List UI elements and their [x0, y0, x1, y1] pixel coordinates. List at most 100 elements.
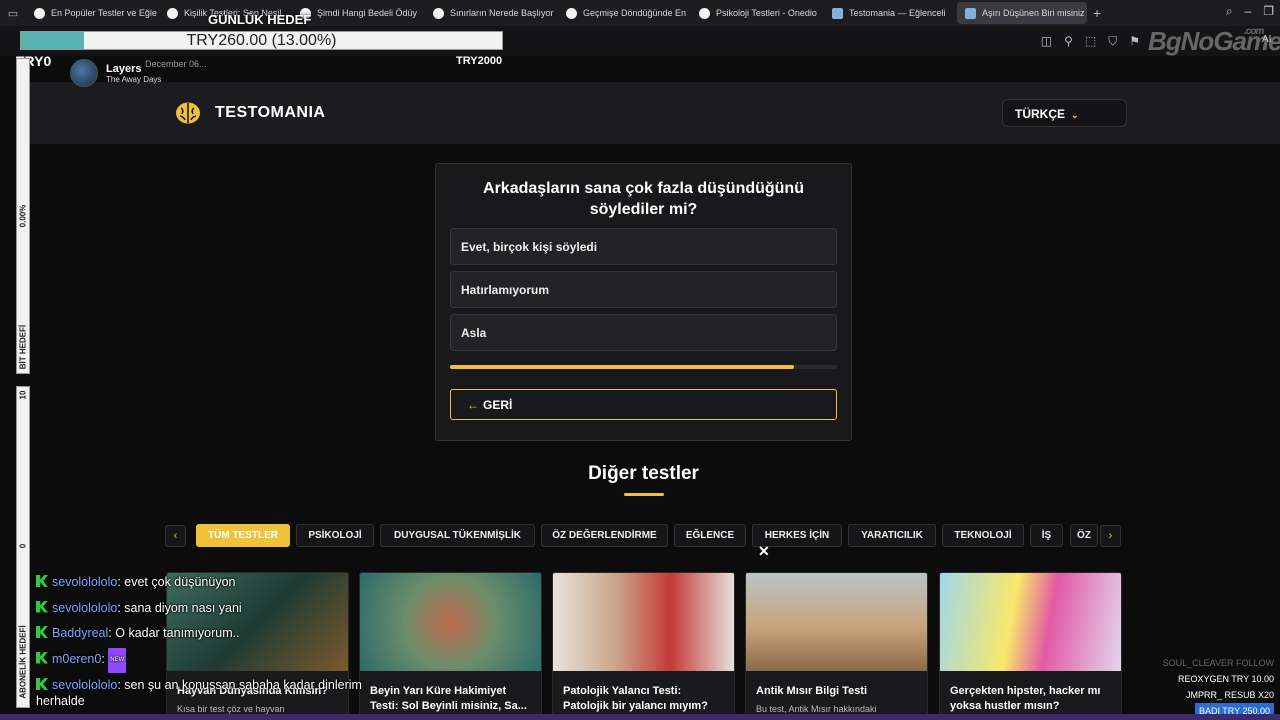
screenshot-icon[interactable]: ⬚ — [1085, 34, 1096, 49]
answer-option[interactable]: Evet, birçok kişi söyledi — [450, 228, 837, 265]
browser-tab-bar: ▭ En Popüler Testler ve Eğle Kişilik Tes… — [0, 0, 1280, 26]
chat-username: sevololololo — [52, 600, 118, 615]
song-title: Layers — [106, 62, 142, 75]
category-tab[interactable]: İŞ — [1030, 524, 1063, 547]
pin-icon[interactable]: ⚲ — [1064, 34, 1073, 49]
kick-logo-icon — [36, 651, 48, 664]
event-item: REOXYGEN TRY 10.00 — [1177, 674, 1274, 684]
tab-label: En Popüler Testler ve Eğle — [51, 8, 157, 18]
category-tab[interactable]: DUYGUSAL TÜKENMİŞLİK — [380, 524, 535, 547]
quiz-progress-fill — [450, 365, 795, 369]
search-tabs-icon[interactable]: ⌕ — [1226, 4, 1233, 19]
back-button[interactable]: ← GERİ — [450, 389, 837, 420]
chat-text: O kadar tanımıyorum.. — [115, 626, 240, 640]
restore-icon[interactable]: ❐ — [1263, 4, 1274, 19]
category-tab[interactable]: PSİKOLOJİ — [296, 524, 374, 547]
chat-text: sana diyom nası yani — [124, 600, 242, 615]
chat-text: evet çok düşünüyon — [124, 575, 236, 589]
test-card-image — [746, 573, 927, 671]
chat-username: Baddyreal — [52, 626, 109, 640]
tab-label: Psikoloji Testleri - Onedio — [716, 8, 817, 18]
test-card[interactable]: Antik Mısır Bilgi Testi Bu test, Antik M… — [745, 572, 928, 720]
chevron-down-icon: ⌄ — [1071, 110, 1079, 120]
tab-label: Şimdi Hangi Bedeli Ödüy — [317, 8, 418, 18]
chat-message: Baddyreal: O kadar tanımıyorum.. — [36, 621, 396, 647]
answer-option[interactable]: Asla — [450, 314, 837, 351]
test-card-desc: Bu test, Antik Mısır hakkındaki — [756, 704, 877, 714]
daily-goal-title: GÜNLÜK HEDEF — [208, 12, 312, 27]
daily-goal-max: TRY2000 — [456, 55, 503, 67]
sub-goal-max: 10 — [18, 390, 28, 400]
event-item: JMPRR_ RESUB X20 — [1185, 690, 1274, 700]
chat-message: m0eren0: NEW — [36, 647, 396, 673]
test-card-title: Patolojik Yalancı Testi: Patolojik bir y… — [563, 685, 708, 712]
watermark-suffix: .com — [1244, 26, 1264, 37]
screen: ▭ En Popüler Testler ve Eğle Kişilik Tes… — [0, 0, 1280, 720]
song-artist: The Away Days — [106, 74, 162, 84]
test-card-image — [553, 573, 734, 671]
bit-goal-label: BİT HEDEFİ — [18, 324, 28, 370]
other-tests-heading: Diğer testler — [588, 463, 699, 484]
flag-icon[interactable]: ⚑ — [1129, 34, 1140, 49]
browser-tab[interactable]: Geçmişe Döndüğünde En — [558, 2, 691, 24]
test-card[interactable]: Patolojik Yalancı Testi: Patolojik bir y… — [552, 572, 735, 720]
tab-actions-icon[interactable]: ▭ — [0, 7, 26, 20]
kick-logo-icon — [36, 600, 48, 613]
category-tab-all[interactable]: TÜM TESTLER — [196, 524, 290, 547]
ai-button[interactable]: AI — [1262, 34, 1271, 45]
kick-logo-icon — [36, 626, 48, 638]
site-favicon-icon — [34, 7, 45, 19]
category-prev-button[interactable]: ‹ — [165, 525, 186, 547]
category-tab[interactable]: EĞLENCE — [674, 524, 746, 547]
browser-tab[interactable]: Testomania — Eğlenceli — [824, 2, 957, 24]
site-title[interactable]: TESTOMANIA — [215, 104, 325, 122]
category-tab[interactable]: TEKNOLOJİ — [942, 524, 1024, 547]
heading-underline — [624, 493, 664, 496]
now-playing-widget: Layers The Away Days — [70, 59, 161, 87]
sub-goal-min: 0 — [18, 543, 28, 549]
site-favicon-icon — [566, 7, 577, 19]
browser-tab[interactable]: En Popüler Testler ve Eğle — [26, 2, 159, 24]
tab-label: Testomania — Eğlenceli — [849, 8, 946, 18]
close-icon[interactable]: ✕ — [758, 543, 770, 560]
kick-logo-icon — [36, 575, 48, 587]
daily-goal-bar: TRY260.00 (13.00%) — [20, 31, 503, 50]
arrow-left-icon: ← — [467, 398, 479, 412]
event-item: SOUL_CLEAVER FOLLOW — [1162, 658, 1274, 668]
language-select[interactable]: TÜRKÇE ⌄ — [1002, 99, 1127, 127]
browser-tab[interactable]: Sınırların Nerede Başlıyor — [425, 2, 558, 24]
chat-username: sevololololo — [52, 575, 118, 589]
new-tab-button[interactable]: + — [1087, 5, 1107, 21]
test-card-title: Antik Mısır Bilgi Testi — [756, 685, 868, 697]
back-label: GERİ — [483, 398, 513, 412]
category-tab[interactable]: ÖZ DEĞERLENDİRME — [541, 524, 668, 547]
browser-tab-active[interactable]: Aşırı Düşünen Biri misiniz — [957, 2, 1087, 24]
test-card[interactable]: Gerçekten hipster, hacker mı yoksa hustl… — [939, 572, 1122, 720]
sub-goal-label: ABONELİK HEDEFİ — [18, 625, 28, 699]
brain-logo-icon — [176, 102, 200, 124]
bit-goal-percent: 0.00% — [18, 204, 28, 228]
split-view-icon[interactable]: ◫ — [1041, 34, 1052, 49]
answer-option[interactable]: Hatırlamıyorum — [450, 271, 837, 308]
category-tab[interactable]: ÖZ — [1070, 524, 1098, 547]
browser-tab[interactable]: Psikoloji Testleri - Onedio — [691, 2, 824, 24]
chat-message: sevololololo: sana diyom nası yani — [36, 596, 396, 622]
new-badge: NEW — [108, 647, 127, 673]
kick-logo-icon — [36, 678, 48, 690]
chat-overlay: sevololololo: evet çok düşünüyon sevolol… — [36, 570, 396, 709]
browser-tab[interactable]: Şimdi Hangi Bedeli Ödüy — [292, 2, 425, 24]
site-favicon-icon — [832, 7, 843, 19]
daily-goal-value: TRY260.00 (13.00%) — [186, 32, 337, 49]
chat-username: sevololololo — [52, 678, 118, 692]
tab-label: Sınırların Nerede Başlıyor — [450, 8, 554, 18]
site-favicon-icon — [699, 7, 710, 19]
tab-label: Aşırı Düşünen Biri misiniz — [982, 8, 1085, 18]
test-card-title: Gerçekten hipster, hacker mı yoksa hustl… — [950, 685, 1101, 712]
test-card-image — [940, 573, 1121, 671]
chat-username: m0eren0 — [52, 651, 102, 666]
shield-icon[interactable]: ⛉ — [1108, 34, 1117, 49]
minimize-icon[interactable]: – — [1245, 4, 1252, 19]
category-next-button[interactable]: › — [1100, 525, 1121, 547]
category-tab[interactable]: YARATICILIK — [848, 524, 936, 547]
bottom-strip — [0, 714, 1280, 720]
